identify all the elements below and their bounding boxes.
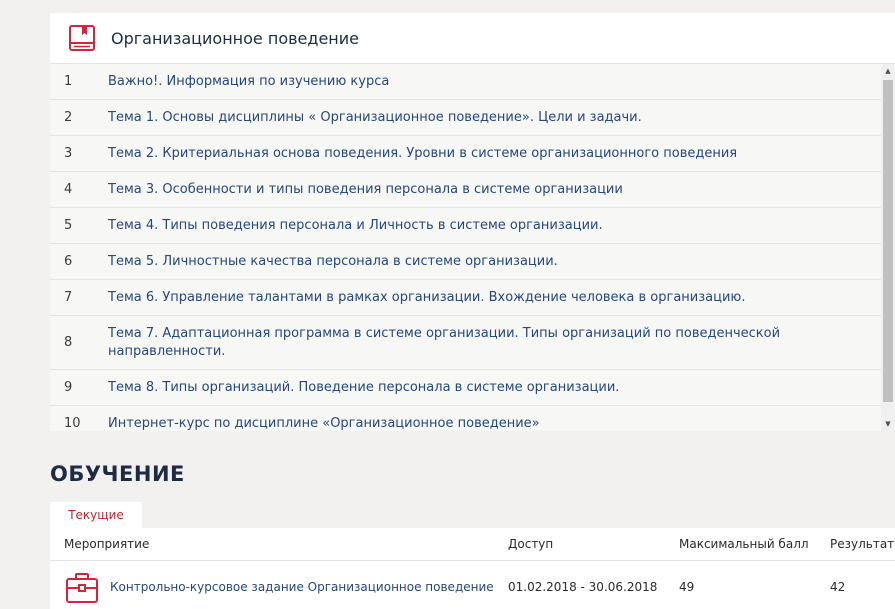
topic-number: 3 (64, 146, 73, 161)
topic-row[interactable]: 7 Тема 6. Управление талантами в рамках … (50, 280, 881, 316)
topic-number: 9 (64, 380, 73, 395)
topics-scrollbar[interactable]: ▲ ▼ (881, 64, 895, 431)
max-score: 49 (679, 580, 695, 594)
events-table: Мероприятие Доступ Максимальный балл Рез… (50, 528, 895, 609)
scroll-up-icon[interactable]: ▲ (881, 64, 895, 78)
column-result: Результат (830, 537, 895, 551)
book-icon (67, 23, 97, 53)
course-card: Организационное поведение 1 Важно!. Инфо… (50, 13, 895, 431)
tab-current[interactable]: Текущие (50, 502, 142, 528)
topic-row[interactable]: 6 Тема 5. Личностные качества персонала … (50, 244, 881, 280)
column-access: Доступ (508, 537, 554, 551)
topic-row[interactable]: 9 Тема 8. Типы организаций. Поведение пе… (50, 370, 881, 406)
topic-number: 5 (64, 218, 73, 233)
topic-link[interactable]: Тема 3. Особенности и типы поведения пер… (108, 181, 663, 199)
topic-link[interactable]: Тема 8. Типы организаций. Поведение перс… (108, 379, 659, 397)
topic-number: 8 (64, 335, 73, 350)
topic-link[interactable]: Важно!. Информация по изучению курса (108, 73, 429, 91)
topic-row[interactable]: 3 Тема 2. Критериальная основа поведения… (50, 136, 881, 172)
access-period: 01.02.2018 - 30.06.2018 (508, 580, 658, 594)
topic-row[interactable]: 1 Важно!. Информация по изучению курса (50, 64, 881, 100)
topic-number: 6 (64, 254, 73, 269)
topic-number: 1 (64, 74, 73, 89)
topic-link[interactable]: Тема 7. Адаптационная программа в систем… (108, 325, 881, 361)
topic-row[interactable]: 10 Интернет-курс по дисциплине «Организа… (50, 406, 881, 431)
column-max-score: Максимальный балл (679, 537, 809, 551)
scroll-thumb[interactable] (883, 80, 893, 402)
result-score: 42 (830, 580, 846, 594)
learning-heading: ОБУЧЕНИЕ (50, 462, 185, 486)
topic-row[interactable]: 4 Тема 3. Особенности и типы поведения п… (50, 172, 881, 208)
topic-row[interactable]: 8 Тема 7. Адаптационная программа в сист… (50, 316, 881, 370)
course-header: Организационное поведение (50, 13, 895, 64)
topic-number: 10 (64, 416, 81, 431)
topic-link[interactable]: Тема 6. Управление талантами в рамках ор… (108, 289, 786, 307)
topic-link[interactable]: Тема 2. Критериальная основа поведения. … (108, 145, 777, 163)
column-event: Мероприятие (64, 537, 150, 551)
topic-number: 4 (64, 182, 73, 197)
topic-link[interactable]: Тема 4. Типы поведения персонала и Лично… (108, 217, 643, 235)
table-header: Мероприятие Доступ Максимальный балл Рез… (50, 528, 895, 561)
course-title: Организационное поведение (111, 28, 359, 48)
topic-number: 7 (64, 290, 73, 305)
briefcase-icon (65, 571, 99, 605)
topic-row[interactable]: 2 Тема 1. Основы дисциплины « Организаци… (50, 100, 881, 136)
topic-link[interactable]: Тема 1. Основы дисциплины « Организацион… (108, 109, 682, 127)
scroll-down-icon[interactable]: ▼ (881, 417, 895, 431)
topic-number: 2 (64, 110, 73, 125)
topic-link[interactable]: Интернет-курс по дисциплине «Организацио… (108, 415, 580, 432)
event-link[interactable]: Контрольно-курсовое задание Организацион… (110, 580, 494, 594)
topic-link[interactable]: Тема 5. Личностные качества персонала в … (108, 253, 598, 271)
topic-row[interactable]: 5 Тема 4. Типы поведения персонала и Лич… (50, 208, 881, 244)
table-row[interactable]: Контрольно-курсовое задание Организацион… (50, 561, 895, 609)
topics-list[interactable]: 1 Важно!. Информация по изучению курса 2… (50, 64, 881, 431)
